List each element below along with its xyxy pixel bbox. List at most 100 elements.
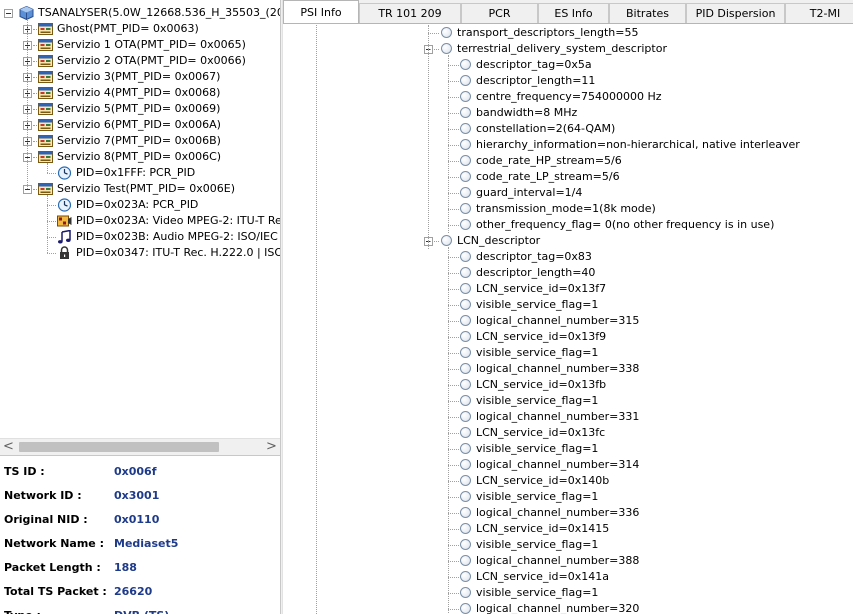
service-label: Servizio 3(PMT_PID= 0x0067) [57,70,221,83]
tab-t2-mi[interactable]: T2-MI [785,3,853,23]
tab-pcr[interactable]: PCR [461,3,538,23]
stream-tree-pane: TSANALYSER(5.0W_12668.536_H_35503_(2022-… [0,0,280,614]
tree-connector-line [448,433,459,434]
psi-field-label: visible_service_flag=1 [476,490,599,503]
service-label: Servizio 1 OTA(PMT_PID= 0x0065) [57,38,246,51]
tree-connector-line [448,593,459,594]
tab-tr-101-209[interactable]: TR 101 209 [359,3,461,23]
service-icon [38,150,53,164]
info-key: TS ID : [4,465,45,478]
node-circle-icon [460,315,471,326]
tree-connector-line [448,177,459,178]
node-circle-icon [460,91,471,102]
service-icon [38,86,53,100]
node-circle-icon [460,171,471,182]
tab-psi-info[interactable]: PSI Info [283,0,359,23]
psi-field-label: LCN_service_id=0x13f9 [476,330,607,343]
node-circle-icon [460,155,471,166]
node-circle-icon [441,27,452,38]
clock-icon [57,166,72,180]
node-circle-icon [460,587,471,598]
tree-connector-line [448,465,459,466]
tree-connector-line [448,161,459,162]
service-icon [38,118,53,132]
tree-connector-line [316,25,317,614]
info-value: 0x3001 [114,489,160,502]
tree-connector-line [448,481,459,482]
tree-connector-line [47,163,48,173]
service-icon [38,38,53,52]
tree-connector-line [47,237,56,238]
node-circle-icon [441,43,452,54]
psi-field-label: LCN_service_id=0x1415 [476,522,610,535]
tree-connector-line [33,77,37,78]
stream-tree[interactable]: TSANALYSER(5.0W_12668.536_H_35503_(2022-… [0,0,280,438]
psi-group-label: terrestrial_delivery_system_descriptor [457,42,667,55]
psi-field-label: LCN_service_id=0x141a [476,570,609,583]
tab-bar: PSI Info TR 101 209 PCR ES Info Bitrates PID … [283,0,853,24]
node-circle-icon [460,219,471,230]
psi-field-label: transmission_mode=1(8k mode) [476,202,656,215]
psi-field-label: guard_interval=1/4 [476,186,583,199]
tab-es-info[interactable]: ES Info [538,3,609,23]
pid-label: PID=0x023A: PCR_PID [76,198,199,211]
tab-pid-dispersion[interactable]: PID Dispersion [686,3,785,23]
psi-field-label: centre_frequency=754000000 Hz [476,90,662,103]
tree-connector-line [448,225,459,226]
tree-connector-line [33,157,37,158]
tree-connector-line [428,241,439,242]
tree-connector-line [448,209,459,210]
psi-field-label: descriptor_length=11 [476,74,596,87]
psi-field-label: logical_channel_number=331 [476,410,640,423]
node-circle-icon [460,411,471,422]
psi-field-label: code_rate_LP_stream=5/6 [476,170,620,183]
psi-field-label: other_frequency_flag= 0(no other frequen… [476,218,775,231]
tree-connector-line [448,513,459,514]
tree-connector-line [448,273,459,274]
psi-field-label: constellation=2(64-QAM) [476,122,616,135]
psi-field-label: hierarchy_information=non-hierarchical, … [476,138,800,151]
scroll-thumb[interactable] [19,442,219,452]
node-circle-icon [441,235,452,246]
node-circle-icon [460,187,471,198]
tree-connector-line [448,545,459,546]
psi-info-tree[interactable]: transport_descriptors_length=55 terrestri… [283,25,853,614]
tree-connector-line [448,81,459,82]
node-circle-icon [460,443,471,454]
service-label: Servizio 5(PMT_PID= 0x0069) [57,102,221,115]
tree-connector-line [448,129,459,130]
network-icon [19,6,34,20]
node-circle-icon [460,283,471,294]
tree-connector-line [448,417,459,418]
tree-connector-line [33,125,37,126]
node-circle-icon [460,139,471,150]
tree-connector-line [428,49,439,50]
pid-label: PID=0x0347: ITU-T Rec. H.222.0 | ISO/IE [76,246,280,259]
psi-field-label: visible_service_flag=1 [476,394,599,407]
tree-connector-line [448,247,449,614]
info-key: Type : [4,608,41,614]
scroll-left-arrow[interactable]: < [0,439,17,456]
service-icon [38,182,53,196]
psi-field-label: LCN_service_id=0x13f7 [476,282,607,295]
tab-bitrates[interactable]: Bitrates [609,3,686,23]
info-value: 26620 [114,585,153,598]
node-circle-icon [460,555,471,566]
psi-group-label: LCN_descriptor [457,234,541,247]
info-value: 0x0110 [114,513,160,526]
service-icon [38,102,53,116]
scroll-right-arrow[interactable]: > [263,439,280,456]
service-icon [38,134,53,148]
tree-connector-line [448,369,459,370]
psi-field-label: descriptor_tag=0x5a [476,58,592,71]
tree-horizontal-scrollbar[interactable]: < > [0,438,280,455]
psi-field-label: logical_channel_number=338 [476,362,640,375]
pid-label: PID=0x1FFF: PCR_PID [76,166,196,179]
psi-field-label: visible_service_flag=1 [476,538,599,551]
tree-connector-line [448,321,459,322]
tree-connector-line [33,189,37,190]
collapse-toggle[interactable] [4,9,13,18]
info-value: DVB (TS) [114,608,169,614]
pid-label: PID=0x023B: Audio MPEG-2: ISO/IEC 138 [76,230,280,243]
tree-connector-line [448,257,459,258]
